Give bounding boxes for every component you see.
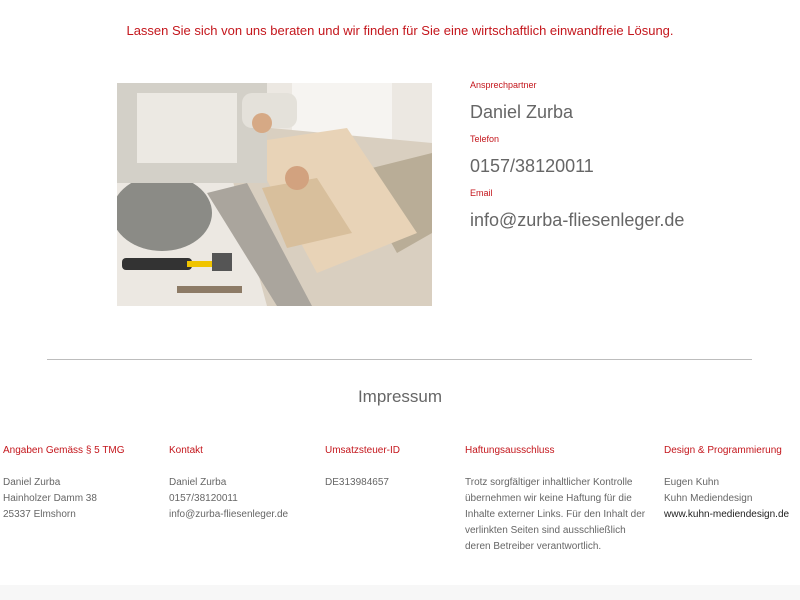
impressum-title: Impressum: [357, 387, 443, 406]
kontakt-column: Kontakt Daniel Zurba 0157/38120011 info@…: [169, 443, 314, 523]
contact-name-label: Ansprechpartner: [470, 80, 537, 90]
angaben-line: Daniel Zurba: [3, 477, 61, 488]
haftung-line: verlinkten Seiten sind ausschließlich: [465, 525, 626, 536]
tiler-photo: [117, 83, 432, 306]
design-line: Eugen Kuhn: [664, 477, 720, 488]
kontakt-line: Daniel Zurba: [169, 477, 227, 488]
angaben-line: Hainholzer Damm 38: [3, 493, 97, 504]
contact-phone[interactable]: 0157/38120011: [470, 156, 594, 177]
ust-column: Umsatzsteuer-ID DE313984657: [325, 443, 455, 491]
contact-email[interactable]: info@zurba-fliesenleger.de: [470, 210, 684, 231]
angaben-line: 25337 Elmshorn: [3, 509, 76, 520]
contact-name: Daniel Zurba: [470, 102, 574, 122]
contact-email-label: Email: [470, 188, 493, 198]
design-line: Kuhn Mediendesign: [664, 493, 753, 504]
haftung-heading: Haftungsausschluss: [465, 445, 555, 456]
tagline: Lassen Sie sich von uns beraten und wir …: [126, 23, 674, 38]
haftung-line: übernehmen wir keine Haftung für die: [465, 493, 632, 504]
kontakt-email[interactable]: info@zurba-fliesenleger.de: [169, 507, 314, 523]
design-column: Design & Programmierung Eugen Kuhn Kuhn …: [664, 443, 798, 523]
section-divider: [47, 359, 752, 360]
angaben-heading: Angaben Gemäss § 5 TMG: [3, 445, 125, 456]
contact-phone-label: Telefon: [470, 134, 500, 144]
angaben-column: Angaben Gemäss § 5 TMG Daniel Zurba Hain…: [3, 443, 153, 523]
design-website-link[interactable]: www.kuhn-mediendesign.de: [664, 507, 798, 523]
haftung-column: Haftungsausschluss Trotz sorgfältiger in…: [465, 443, 655, 555]
kontakt-phone[interactable]: 0157/38120011: [169, 491, 314, 507]
footer-bar: [0, 585, 800, 600]
kontakt-heading: Kontakt: [169, 445, 203, 456]
haftung-line: Inhalte externer Links. Für den Inhalt d…: [465, 509, 646, 520]
haftung-line: Trotz sorgfältiger inhaltlicher Kontroll…: [465, 477, 633, 488]
ust-heading: Umsatzsteuer-ID: [325, 445, 401, 456]
design-heading: Design & Programmierung: [664, 445, 782, 456]
haftung-line: deren Betreiber verantwortlich.: [465, 541, 602, 552]
ust-id: DE313984657: [325, 477, 389, 488]
